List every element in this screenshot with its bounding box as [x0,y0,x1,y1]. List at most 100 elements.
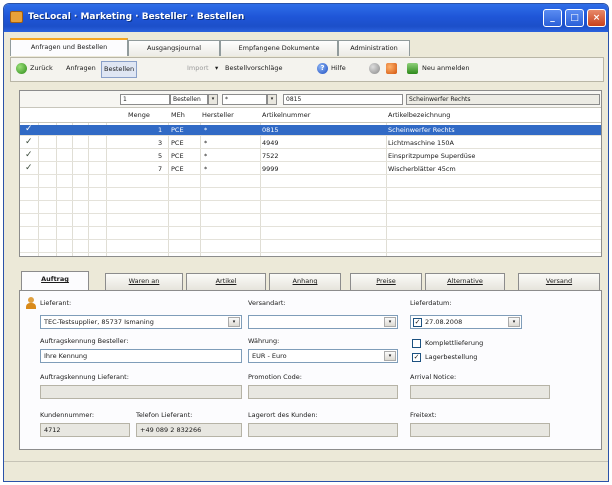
label-lagerbestellung: Lagerbestellung [425,353,478,361]
window-title: TecLocal · Marketing · Besteller · Beste… [28,12,245,22]
cell-hersteller: * [204,126,208,134]
maximize-button[interactable]: □ [565,9,584,27]
chevron-down-icon[interactable]: ▾ [228,317,240,327]
status-bar [4,461,608,481]
column-artikelbezeichnung[interactable]: Artikelbezeichnung [388,111,450,119]
table-row-empty[interactable] [20,229,601,240]
table-row-empty[interactable] [20,190,601,201]
order-grid: 1 Bestellen ▾ * ▾ 0815 Scheinwerfer Rech… [19,90,602,257]
tab-artikel[interactable]: Artikel [186,273,266,290]
import-button[interactable]: Import [187,64,209,72]
help-icon[interactable]: ? [317,63,328,74]
order-detail-panel: Lieferant: TEC-Testsupplier, 85737 Isman… [19,290,602,450]
cell-artikelbezeichnung: Lichtmaschine 150A [388,139,454,147]
waehrung-value: EUR - Euro [252,352,287,360]
label-telefon-lieferant: Telefon Lieferant: [136,411,193,419]
filter-hersteller-input[interactable]: * [222,94,267,105]
tab-anfragen-bestellen[interactable]: Anfragen und Bestellen [10,38,128,56]
new-login-button[interactable]: Neu anmelden [422,64,470,72]
tab-anhang[interactable]: Anhang [269,273,341,290]
label-versandart: Versandart: [248,299,286,307]
tab-versand[interactable]: Versand [518,273,600,290]
info-icon[interactable] [369,63,380,74]
cell-menge: 3 [158,139,163,147]
cell-meh: PCE [171,139,184,147]
label-lieferant: Lieferant: [40,299,72,307]
chevron-down-icon[interactable]: ▾ [508,317,520,327]
label-kundennummer: Kundennummer: [40,411,95,419]
help-button[interactable]: Hilfe [331,64,346,72]
order-button[interactable]: Bestellen [101,61,138,78]
column-meh[interactable]: MEh [171,111,185,119]
filter-mode-select[interactable]: Bestellen [170,94,208,105]
chevron-down-icon[interactable]: ▾ [215,64,218,72]
toolbar: Zurück Anfragen Bestellen Import ▾ Beste… [10,57,604,82]
title-bar[interactable]: TecLocal · Marketing · Besteller · Beste… [4,4,608,32]
cell-artikelnummer: 9999 [262,165,279,173]
table-row[interactable]: ✓ 7 PCE * 9999 Wischerblätter 45cm [20,163,601,175]
checkmark-icon: ✓ [25,163,33,173]
table-row-empty[interactable] [20,242,601,253]
label-lieferdatum: Lieferdatum: [410,299,452,307]
cell-hersteller: * [204,165,208,173]
lagerbestellung-checkbox[interactable]: ✓ [412,353,421,362]
table-row-empty[interactable] [20,216,601,227]
filter-mode-dropdown[interactable]: ▾ [208,94,218,105]
table-row[interactable]: ✓ 5 PCE * 7522 Einspritzpumpe Superdüse [20,150,601,162]
lieferant-value: TEC-Testsupplier, 85737 Ismaning [44,318,154,326]
label-auftragskennung-lieferant: Auftragskennung Lieferant: [40,373,129,381]
column-artikelnummer[interactable]: Artikelnummer [262,111,310,119]
auftragskennung-besteller-input[interactable]: Ihre Kennung [40,349,242,363]
freitext-field [410,423,550,437]
app-window: TecLocal · Marketing · Besteller · Beste… [3,3,609,482]
chevron-down-icon[interactable]: ▾ [384,351,396,361]
lieferdatum-checkbox[interactable]: ✓ [413,318,422,327]
filter-row: 1 Bestellen ▾ * ▾ 0815 Scheinwerfer Rech… [20,91,601,108]
table-row-empty[interactable] [20,203,601,214]
back-arrow-icon[interactable] [16,63,27,74]
kundennummer-field: 4712 [40,423,130,437]
filter-hersteller-dropdown[interactable]: ▾ [267,94,277,105]
tab-preise[interactable]: Preise [350,273,422,290]
login-icon[interactable] [407,63,418,74]
telefon-lieferant-field: +49 089 2 832266 [136,423,242,437]
filter-menge-input[interactable]: 1 [120,94,170,105]
minimize-button[interactable]: _ [543,9,562,27]
close-button[interactable]: × [587,9,606,27]
cell-hersteller: * [204,152,208,160]
lieferdatum-picker[interactable]: ✓ 27.08.2008 ▾ [410,315,522,329]
cell-artikelnummer: 0815 [262,126,279,134]
checkmark-icon: ✓ [25,124,33,134]
table-row-empty[interactable] [20,177,601,188]
filter-bezeichnung-input[interactable]: Scheinwerfer Rechts [406,94,600,105]
tab-auftrag[interactable]: Auftrag [21,271,89,290]
filter-artikelnummer-input[interactable]: 0815 [283,94,403,105]
label-waehrung: Währung: [248,337,280,345]
tab-empfangene-dokumente[interactable]: Empfangene Dokumente [220,40,338,56]
label-arrival-notice: Arrival Notice: [410,373,457,381]
cell-artikelbezeichnung: Einspritzpumpe Superdüse [388,152,476,160]
tools-icon[interactable] [386,63,397,74]
tab-ausgangsjournal[interactable]: Ausgangsjournal [128,40,220,56]
suggestions-button[interactable]: Bestellvorschläge [225,64,283,72]
cell-menge: 5 [158,152,163,160]
chevron-down-icon[interactable]: ▾ [384,317,396,327]
column-hersteller[interactable]: Hersteller [202,111,234,119]
label-promotion-code: Promotion Code: [248,373,302,381]
back-button[interactable]: Zurück [30,64,53,72]
table-row[interactable]: ✓ 1 PCE * 0815 Scheinwerfer Rechts [20,124,601,136]
tab-alternative[interactable]: Alternative [425,273,505,290]
table-row[interactable]: ✓ 3 PCE * 4949 Lichtmaschine 150A [20,137,601,149]
tab-waren-an[interactable]: Waren an [105,273,183,290]
cell-artikelbezeichnung: Scheinwerfer Rechts [388,126,455,134]
cell-meh: PCE [171,126,184,134]
komplettlieferung-checkbox[interactable] [412,339,421,348]
lieferant-select[interactable]: TEC-Testsupplier, 85737 Ismaning ▾ [40,315,242,329]
waehrung-select[interactable]: EUR - Euro ▾ [248,349,398,363]
inquire-button[interactable]: Anfragen [66,64,96,72]
column-menge[interactable]: Menge [128,111,150,119]
arrival-notice-field [410,385,550,399]
supplier-person-icon [26,297,36,309]
tab-administration[interactable]: Administration [338,40,410,56]
versandart-select[interactable]: ▾ [248,315,398,329]
